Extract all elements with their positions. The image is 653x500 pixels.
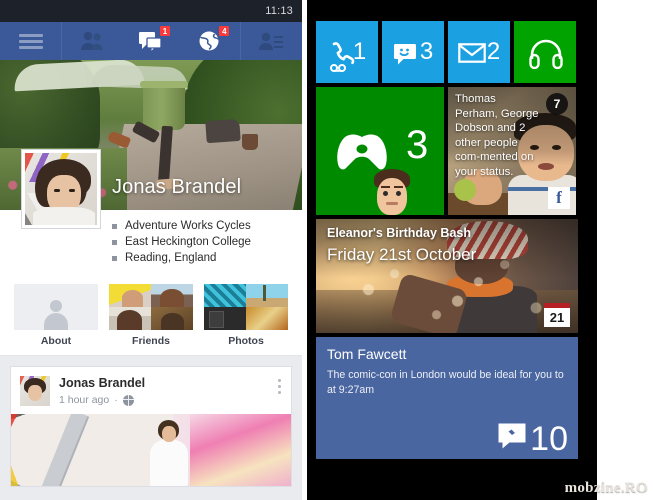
post-header: Jonas Brandel 1 hour ago · — [11, 367, 291, 414]
tile-calendar[interactable]: Eleanor's Birthday Bash Friday 21st Octo… — [316, 219, 578, 333]
globe-public-icon — [122, 394, 134, 406]
quick-link-about[interactable]: About — [14, 284, 98, 347]
headphones-icon — [528, 37, 563, 70]
post-photo[interactable] — [11, 414, 291, 486]
facebook-tile-text: Thomas Perham, George Dobson and 2 other… — [455, 93, 539, 178]
tile-email[interactable]: 2 — [448, 21, 510, 83]
hamburger-menu-button[interactable] — [0, 22, 62, 60]
messenger-author: Tom Fawcett — [327, 346, 407, 362]
tile-music[interactable] — [514, 21, 576, 83]
status-bar-clock: 11:13 — [265, 5, 293, 17]
calendar-day-number: 21 — [549, 310, 565, 325]
calendar-event-date: Friday 21st October — [327, 245, 477, 264]
cover-green-bin — [140, 81, 188, 130]
facebook-navigation-bar: 1 4 — [0, 22, 302, 60]
post-author-name[interactable]: Jonas Brandel — [59, 376, 145, 391]
messenger-count: 10 — [530, 419, 568, 458]
profile-fact: East Heckington College — [112, 234, 302, 250]
nav-item-friend-requests[interactable] — [239, 22, 302, 60]
kebab-menu-icon[interactable] — [278, 379, 281, 397]
quick-link-friends[interactable]: Friends — [109, 284, 193, 347]
feed-post-card: Jonas Brandel 1 hour ago · — [10, 366, 292, 487]
news-feed: Jonas Brandel 1 hour ago · — [0, 356, 302, 487]
tile-xbox[interactable]: 3 — [316, 87, 444, 215]
about-placeholder-icon — [14, 284, 98, 330]
post-meta-separator: · — [114, 394, 118, 406]
cover-plant-pot — [242, 134, 258, 150]
tile-row-medium: 3 Thomas Perham, George Dobson and 2 oth… — [316, 87, 578, 215]
messenger-footer: 10 — [497, 419, 568, 458]
profile-header: Jonas Brandel Adventure Works Cycles Eas… — [0, 150, 302, 274]
messenger-bolt-icon — [497, 422, 527, 455]
friends-icon — [79, 29, 105, 53]
profile-facts-list: Adventure Works Cycles East Heckington C… — [112, 210, 302, 266]
post-timestamp: 1 hour ago — [59, 394, 110, 406]
phone-voicemail-icon — [328, 41, 355, 72]
page-title: Jonas Brandel — [112, 176, 242, 198]
tile-messenger[interactable]: Tom Fawcett The comic-con in London woul… — [316, 337, 578, 459]
tile-xbox-count: 3 — [406, 123, 429, 167]
globe-notifications-icon: 4 — [197, 25, 231, 53]
envelope-icon — [458, 42, 486, 63]
photos-grid — [204, 284, 288, 330]
hamburger-menu-icon — [18, 31, 43, 52]
tile-facebook[interactable]: Thomas Perham, George Dobson and 2 other… — [448, 87, 576, 215]
friends-photo-grid — [109, 284, 193, 330]
tile-grid: 1 3 2 3 Thomas Perham, George Dobson and… — [316, 21, 578, 459]
quick-link-photos[interactable]: Photos — [204, 284, 288, 347]
calendar-event-title: Eleanor's Birthday Bash — [327, 226, 471, 240]
tile-messaging-count: 3 — [419, 38, 434, 65]
profile-quick-links: About Friends Photos — [0, 274, 302, 356]
facebook-logo-icon: f — [548, 187, 570, 209]
xbox-avatar — [370, 169, 414, 215]
friend-requests-icon — [258, 29, 284, 53]
profile-avatar[interactable] — [22, 150, 100, 228]
tile-row-small: 1 3 2 — [316, 21, 578, 83]
quick-link-label: Friends — [132, 335, 170, 347]
notifications-badge: 4 — [218, 25, 231, 37]
tile-phone[interactable]: 1 — [316, 21, 378, 83]
post-meta-line: 1 hour ago · — [59, 394, 145, 406]
quick-link-label: About — [40, 335, 72, 347]
profile-fact: Reading, England — [112, 250, 302, 266]
tile-email-count: 2 — [486, 38, 501, 65]
messages-badge: 1 — [158, 25, 171, 37]
post-author-avatar[interactable] — [20, 376, 50, 406]
quick-link-label: Photos — [228, 335, 264, 347]
messenger-message: The comic-con in London would be ideal f… — [327, 369, 564, 396]
screenshot-stage: 11:13 1 4 Jonas Brandel Adventure Works … — [0, 0, 653, 500]
facebook-tile-badge: 7 — [546, 93, 568, 115]
tile-messaging[interactable]: 3 — [382, 21, 444, 83]
calendar-day-badge: 21 — [544, 303, 570, 327]
nav-item-notifications[interactable]: 4 — [181, 22, 240, 60]
left-phone-facebook-app: 11:13 1 4 Jonas Brandel Adventure Works … — [0, 0, 302, 500]
cover-wheelbarrow — [205, 118, 241, 144]
watermark: mobzine.RO — [564, 480, 648, 496]
right-phone-windows-start-screen: 1 3 2 3 Thomas Perham, George Dobson and… — [307, 0, 597, 500]
messaging-smiley-icon — [393, 42, 417, 64]
status-bar: 11:13 — [0, 0, 302, 22]
nav-item-friends[interactable] — [62, 22, 121, 60]
profile-fact: Adventure Works Cycles — [112, 218, 302, 234]
nav-item-messages[interactable]: 1 — [121, 22, 180, 60]
messages-icon: 1 — [138, 25, 171, 54]
